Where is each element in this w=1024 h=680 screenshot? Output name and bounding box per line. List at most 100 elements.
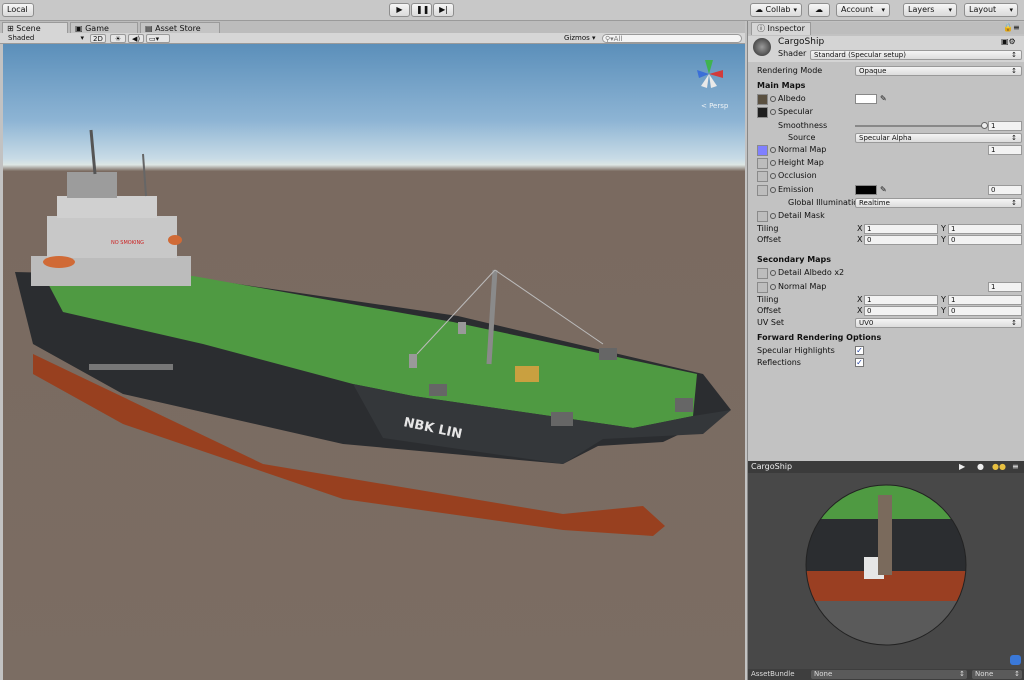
secondary-normal-texture-slot[interactable] <box>757 282 768 293</box>
gizmo-y-axis[interactable] <box>705 60 713 74</box>
height-map-picker-icon[interactable] <box>770 160 776 166</box>
gizmo-x-axis[interactable] <box>709 70 723 78</box>
specular-label: Specular <box>778 107 813 116</box>
preview-light-icon[interactable]: ●● <box>992 461 1006 473</box>
main-mast <box>89 129 97 175</box>
global-illumination-dropdown[interactable]: Realtime ↕ <box>855 198 1022 208</box>
albedo-picker-icon[interactable] <box>770 96 776 102</box>
cloud-button[interactable]: ☁ <box>808 3 830 17</box>
offset-x-field[interactable]: 0 <box>864 235 938 245</box>
persp-label[interactable]: < Persp <box>701 102 729 110</box>
uv-set-label: UV Set <box>757 318 785 327</box>
specular-texture-slot[interactable] <box>757 107 768 118</box>
collab-button[interactable]: ☁ Collab ▾ <box>750 3 802 17</box>
tab-inspector-label: Inspector <box>767 24 805 33</box>
smoothness-field[interactable]: 1 <box>988 121 1022 131</box>
offset2-x-field[interactable]: 0 <box>864 306 938 316</box>
shading-dropdown[interactable]: Shaded ▾ <box>6 34 86 43</box>
bridge-top <box>67 172 117 198</box>
offset2-y-field[interactable]: 0 <box>948 306 1022 316</box>
normal-map-texture-slot[interactable] <box>757 145 768 156</box>
orientation-gizmo[interactable]: < Persp <box>697 60 729 110</box>
normal-map-label: Normal Map <box>778 145 827 154</box>
account-button[interactable]: Account ▾ <box>836 3 890 17</box>
eyedropper-icon[interactable]: ✎ <box>880 184 887 196</box>
gizmos-label: Gizmos <box>564 34 590 42</box>
lock-icon[interactable]: 🔒≡ <box>1003 22 1020 34</box>
scene-toolbar: Shaded ▾ 2D ☀ ◀) ▭▾ Gizmos ▾ ⚲▾All <box>0 33 745 44</box>
detail-mask-texture-slot[interactable] <box>757 211 768 222</box>
help-icon[interactable]: ▣⚙ <box>1001 36 1016 48</box>
emission-intensity-field[interactable]: 0 <box>988 185 1022 195</box>
detail-albedo-texture-slot[interactable] <box>757 268 768 279</box>
lighting-toggle[interactable]: ☀ <box>110 34 126 43</box>
gizmo-neg-axis-2[interactable] <box>709 74 717 88</box>
image-icon: ▭▾ <box>149 35 160 43</box>
height-map-label: Height Map <box>778 158 824 167</box>
offset-x-value: 0 <box>867 236 872 244</box>
detail-mask-picker-icon[interactable] <box>770 213 776 219</box>
rendering-mode-value: Opaque <box>859 67 887 75</box>
normal-scale-field[interactable]: 1 <box>988 145 1022 155</box>
preview-sphere-icon[interactable]: ● <box>977 461 984 473</box>
rendering-mode-dropdown[interactable]: Opaque ↕ <box>855 66 1022 76</box>
local-button[interactable]: Local <box>2 3 34 17</box>
search-icon: ⚲▾ <box>605 35 614 43</box>
occlusion-texture-slot[interactable] <box>757 171 768 182</box>
albedo-color-field[interactable] <box>855 94 877 104</box>
secondary-normal-picker-icon[interactable] <box>770 284 776 290</box>
pause-button[interactable]: ❚❚ <box>411 3 432 17</box>
preview-play-icon[interactable]: ▶ <box>959 461 965 473</box>
account-label: Account <box>841 5 874 14</box>
normal-map-picker-icon[interactable] <box>770 147 776 153</box>
sphere-red-band <box>806 571 966 601</box>
step-button[interactable]: ▶| <box>433 3 454 17</box>
preview-cloud-icon[interactable] <box>1010 655 1021 665</box>
mode-2d-button[interactable]: 2D <box>90 34 106 43</box>
source-dropdown[interactable]: Specular Alpha ↕ <box>855 133 1022 143</box>
collab-label: Collab <box>765 5 791 14</box>
emission-color-field[interactable] <box>855 185 877 195</box>
emission-picker-icon[interactable] <box>770 187 776 193</box>
tiling-y-field[interactable]: 1 <box>948 224 1022 234</box>
eyedropper-icon[interactable]: ✎ <box>880 93 887 105</box>
audio-toggle[interactable]: ◀) <box>128 34 144 43</box>
sphere-seam <box>878 495 892 575</box>
tiling2-y-field[interactable]: 1 <box>948 295 1022 305</box>
material-header: CargoShip Shader Standard (Specular setu… <box>748 36 1024 62</box>
assetbundle-name-dropdown[interactable]: None ↕ <box>811 670 967 679</box>
assetbundle-variant-value: None <box>975 670 994 678</box>
gizmos-dropdown[interactable]: Gizmos ▾ <box>562 34 598 43</box>
scene-viewport[interactable]: NO SMOKING NBK LIN < Persp <box>3 44 745 680</box>
forward-options-header: Forward Rendering Options <box>748 332 1024 344</box>
play-button[interactable]: ▶ <box>389 3 410 17</box>
offset-y-field[interactable]: 0 <box>948 235 1022 245</box>
smoothness-slider[interactable] <box>855 125 985 127</box>
material-preview-sphere[interactable] <box>748 473 1024 668</box>
tiling-x-field[interactable]: 1 <box>864 224 938 234</box>
layers-button[interactable]: Layers ▾ <box>903 3 957 17</box>
shader-dropdown[interactable]: Standard (Specular setup) ↕ <box>810 50 1022 60</box>
tiling2-x-field[interactable]: 1 <box>864 295 938 305</box>
tab-game-label: Game <box>85 24 109 33</box>
scene-search-input[interactable]: ⚲▾All <box>602 34 742 43</box>
preview-menu-icon[interactable]: ≡ <box>1012 461 1019 473</box>
detail-albedo-picker-icon[interactable] <box>770 270 776 276</box>
secondary-normal-field[interactable]: 1 <box>988 282 1022 292</box>
emission-texture-slot[interactable] <box>757 185 768 196</box>
specular-highlights-checkbox[interactable]: ✓ <box>855 346 864 355</box>
uv-set-dropdown[interactable]: UV0 ↕ <box>855 318 1022 328</box>
layout-button[interactable]: Layout ▾ <box>964 3 1018 17</box>
occlusion-picker-icon[interactable] <box>770 173 776 179</box>
main-toolbar: Local ▶ ❚❚ ▶| ☁ Collab ▾ ☁ Account ▾ Layer… <box>0 0 1024 21</box>
step-icon: ▶| <box>439 5 448 14</box>
albedo-texture-slot[interactable] <box>757 94 768 105</box>
assetbundle-variant-dropdown[interactable]: None ↕ <box>972 670 1022 679</box>
specular-picker-icon[interactable] <box>770 109 776 115</box>
offset-row: Offset X 0 Y 0 <box>748 234 1024 246</box>
smoothness-slider-handle[interactable] <box>981 122 988 129</box>
tab-inspector[interactable]: ⓘ Inspector <box>751 22 811 35</box>
height-map-texture-slot[interactable] <box>757 158 768 169</box>
effects-dropdown[interactable]: ▭▾ <box>146 34 170 43</box>
reflections-checkbox[interactable]: ✓ <box>855 358 864 367</box>
